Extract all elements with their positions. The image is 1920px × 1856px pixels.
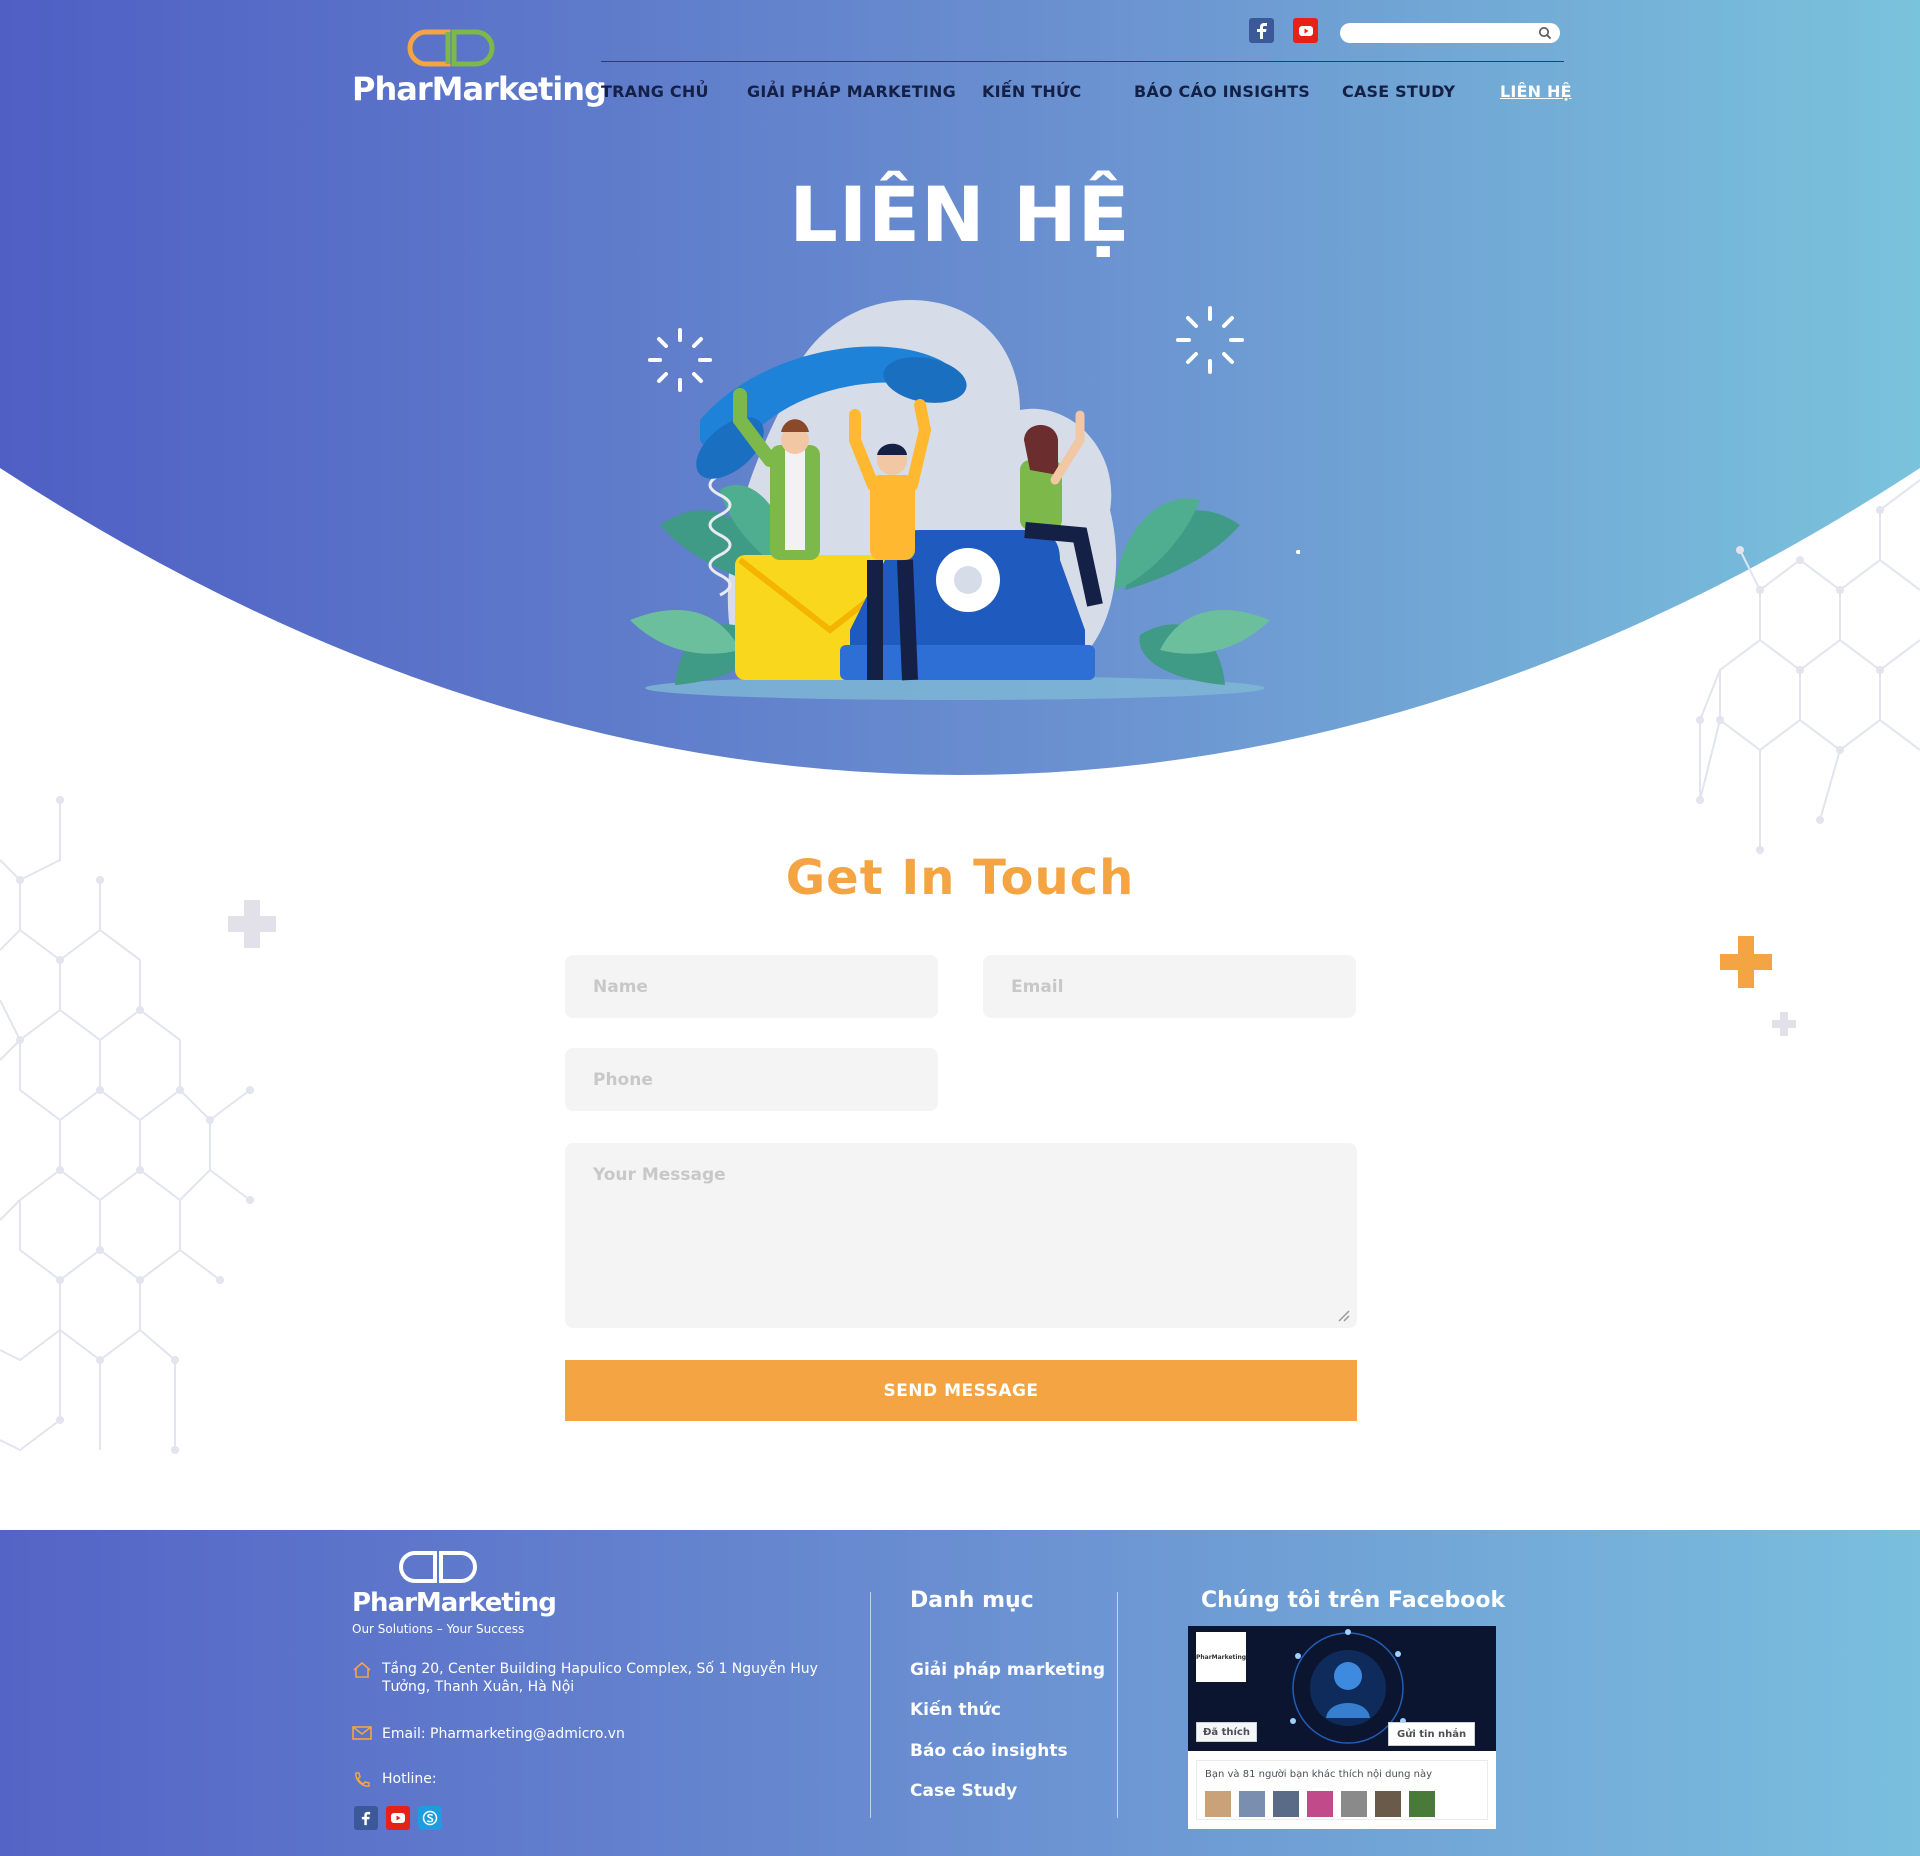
form-title: Get In Touch (785, 850, 1135, 906)
footer-logo[interactable]: PharMarketing Our Solutions – Your Succe… (352, 1550, 557, 1640)
logo-mark-icon (407, 29, 495, 67)
footer-link-knowledge[interactable]: Kiến thức (910, 1700, 1001, 1720)
footer-menu-title: Danh mục (910, 1588, 1034, 1613)
footer-link-case-study[interactable]: Case Study (910, 1781, 1017, 1801)
envelope-icon (352, 1726, 372, 1740)
nav-item-marketing-solutions[interactable]: GIẢI PHÁP MARKETING (747, 82, 956, 101)
facebook-liked-button[interactable]: Đã thích (1196, 1722, 1257, 1742)
nav-item-case-study[interactable]: CASE STUDY (1342, 82, 1455, 101)
footer-link-insights-reports[interactable]: Báo cáo insights (910, 1741, 1068, 1761)
friend-avatar[interactable] (1341, 1791, 1367, 1817)
youtube-icon (1298, 25, 1313, 36)
nav-divider (601, 61, 1564, 62)
resize-grip-icon[interactable] (1338, 1310, 1350, 1322)
friend-avatar[interactable] (1239, 1791, 1265, 1817)
footer-hotline: Hotline: (352, 1770, 437, 1789)
phone-icon (355, 1772, 370, 1787)
send-message-button[interactable]: SEND MESSAGE (565, 1360, 1357, 1421)
search-box[interactable] (1340, 23, 1560, 44)
name-field[interactable] (565, 955, 938, 1018)
nav-item-contact[interactable]: LIÊN HỆ (1500, 82, 1572, 101)
footer-facebook-title: Chúng tôi trên Facebook (1201, 1588, 1506, 1613)
nav-item-insights-reports[interactable]: BÁO CÁO INSIGHTS (1134, 82, 1310, 101)
footer-link-marketing-solutions[interactable]: Giải pháp marketing (910, 1660, 1105, 1680)
youtube-icon (391, 1813, 405, 1823)
footer-address-text: Tầng 20, Center Building Hapulico Comple… (382, 1661, 818, 1695)
phone-field[interactable] (565, 1048, 938, 1111)
header-youtube-button[interactable] (1293, 18, 1318, 43)
footer-skype-button[interactable] (418, 1806, 442, 1830)
footer-facebook-button[interactable] (354, 1806, 378, 1830)
footer-email-text[interactable]: Email: Pharmarketing@admicro.vn (382, 1725, 625, 1743)
logo-mark-icon (399, 1551, 477, 1583)
facebook-icon (1256, 22, 1267, 39)
contact-illustration (630, 300, 1300, 700)
search-icon[interactable] (1538, 26, 1552, 40)
nav-item-knowledge[interactable]: KIẾN THỨC (982, 82, 1081, 101)
email-field[interactable] (983, 955, 1356, 1018)
skype-icon (422, 1810, 438, 1826)
footer-email: Email: Pharmarketing@admicro.vn (352, 1725, 625, 1743)
facebook-cover-image[interactable]: PharMarketing Đã thích Gửi tin nhắn (1188, 1626, 1496, 1751)
footer-address: Tầng 20, Center Building Hapulico Comple… (352, 1660, 852, 1696)
footer-logo-text: PharMarketing (352, 1588, 557, 1618)
page-title: LIÊN HỆ (789, 170, 1131, 259)
facebook-send-message-button[interactable]: Gửi tin nhắn (1388, 1722, 1476, 1746)
footer-divider-right (1117, 1592, 1118, 1818)
facebook-page-widget[interactable]: PharMarketing Đã thích Gửi tin nhắn Bạn … (1188, 1626, 1496, 1829)
friend-avatar[interactable] (1375, 1791, 1401, 1817)
footer-divider-left (870, 1592, 871, 1818)
facebook-friends-text: Bạn và 81 người bạn khác thích nội dung … (1205, 1769, 1433, 1780)
friend-avatar[interactable] (1409, 1791, 1435, 1817)
facebook-page-avatar[interactable]: PharMarketing (1196, 1632, 1246, 1682)
friend-avatar[interactable] (1273, 1791, 1299, 1817)
nav-item-home[interactable]: TRANG CHỦ (601, 82, 709, 101)
message-field[interactable] (565, 1143, 1357, 1328)
home-icon (353, 1661, 371, 1678)
footer-youtube-button[interactable] (386, 1806, 410, 1830)
header-facebook-button[interactable] (1249, 18, 1274, 43)
search-input[interactable] (1340, 24, 1530, 44)
facebook-friends-box: Bạn và 81 người bạn khác thích nội dung … (1196, 1760, 1488, 1820)
facebook-icon (361, 1811, 371, 1825)
friend-avatar[interactable] (1205, 1791, 1231, 1817)
footer-hotline-text: Hotline: (382, 1771, 437, 1787)
footer: PharMarketing Our Solutions – Your Succe… (0, 1530, 1920, 1856)
friend-avatar[interactable] (1307, 1791, 1333, 1817)
footer-tagline: Our Solutions – Your Success (352, 1622, 525, 1636)
logo-text: PharMarketing (352, 70, 607, 108)
brand-logo[interactable]: PharMarketing (352, 28, 607, 108)
